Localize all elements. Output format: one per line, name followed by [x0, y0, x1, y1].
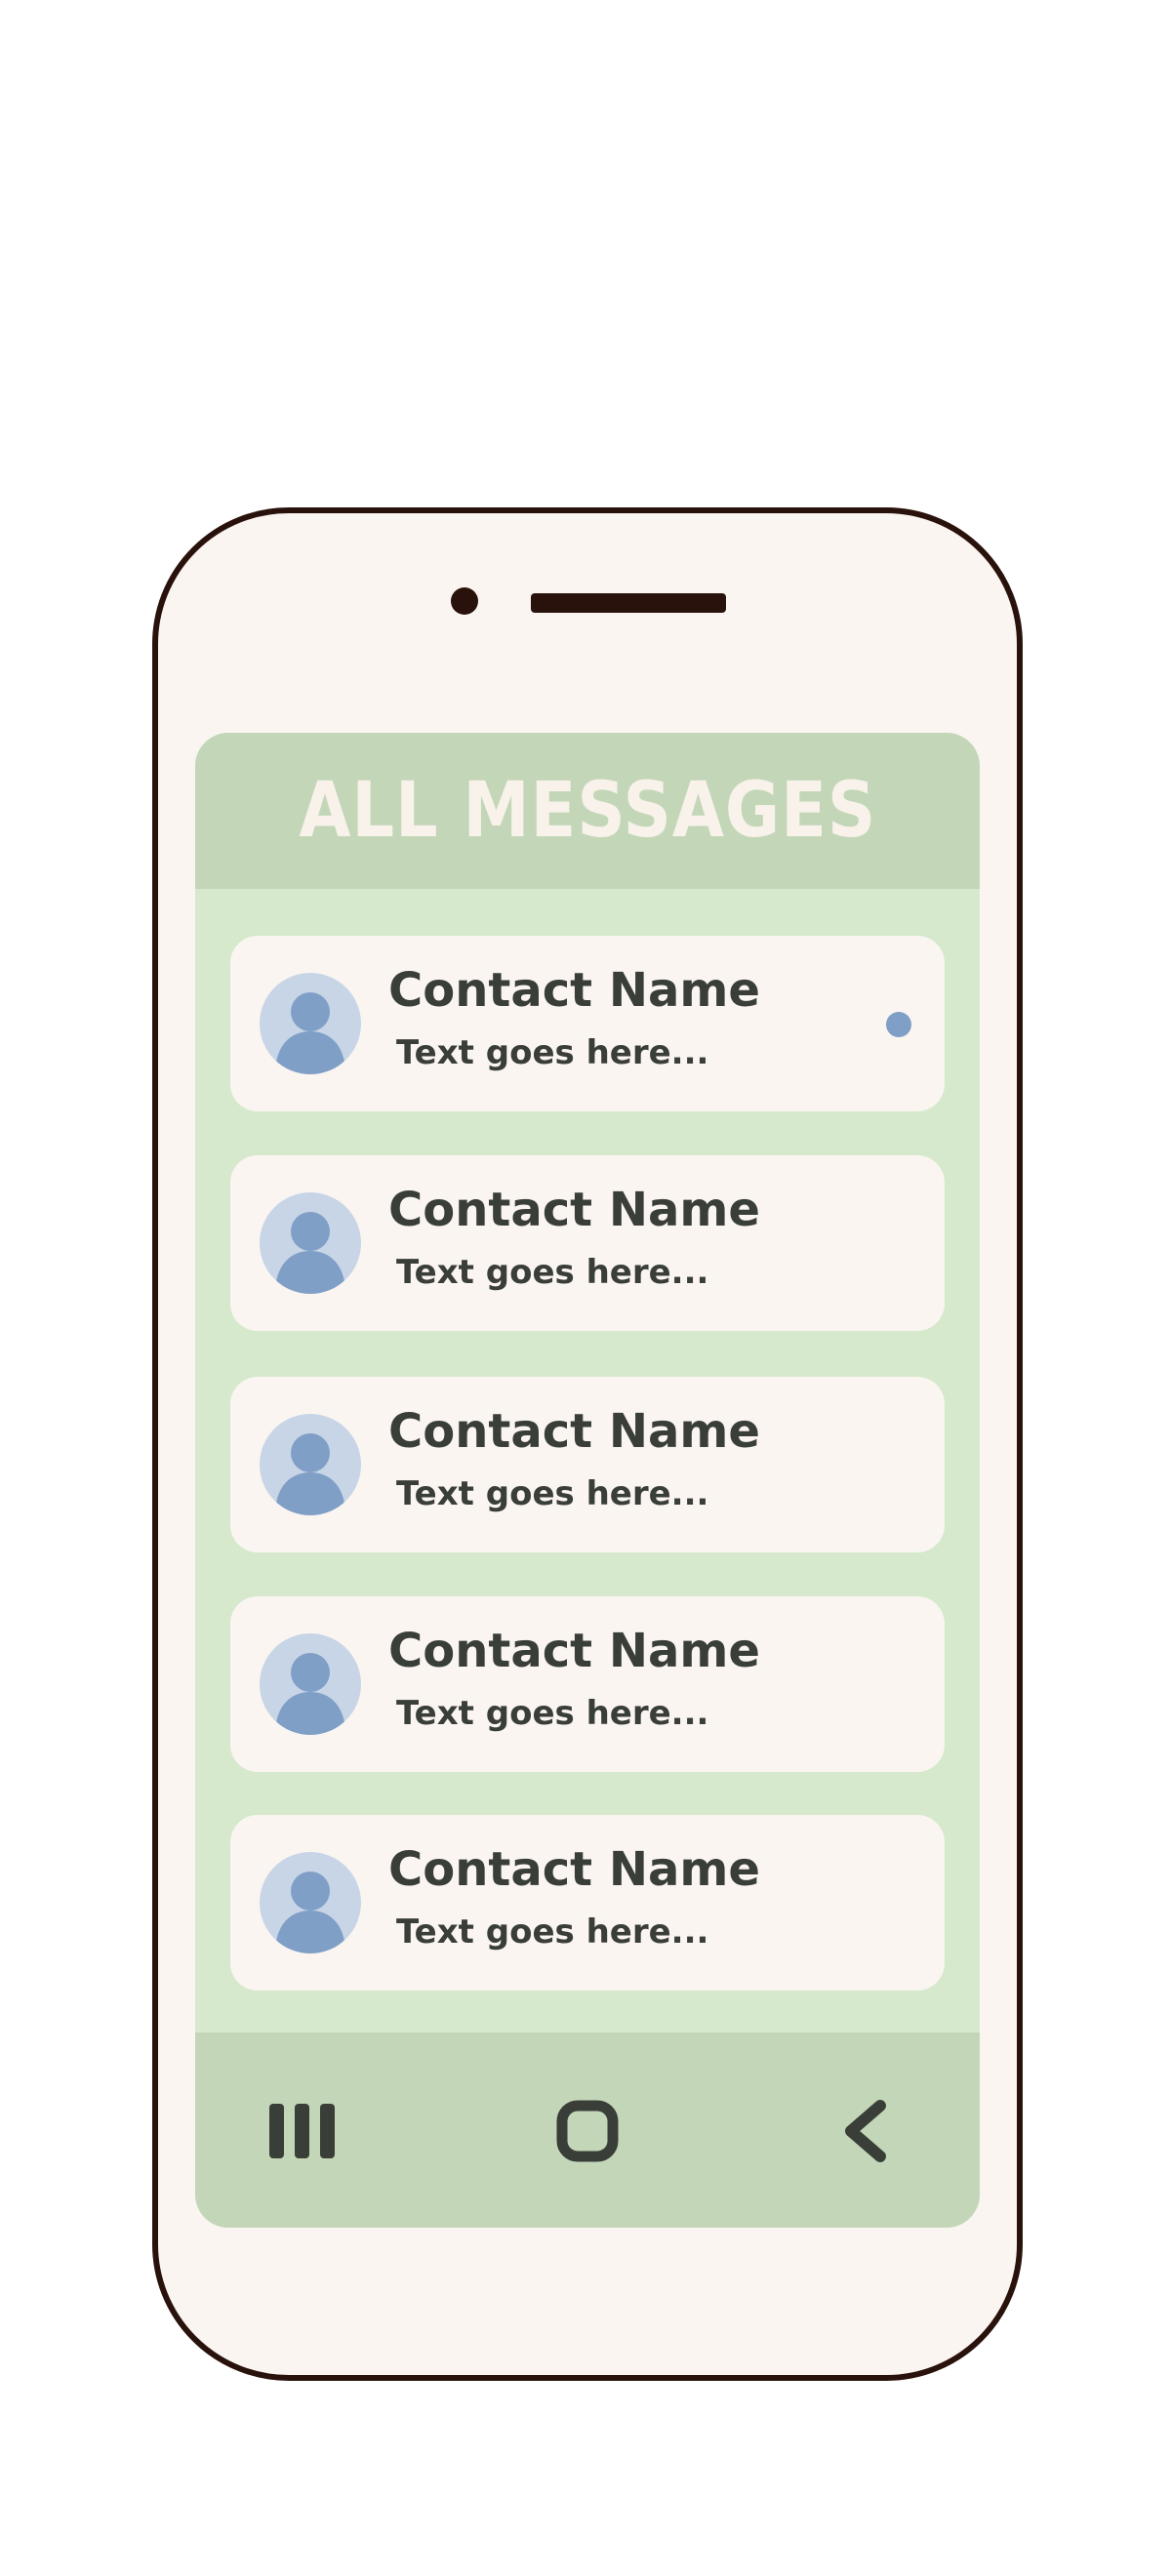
phone-frame: ALL MESSAGES Contact Name Text goes here… — [152, 507, 1023, 2381]
recents-icon — [269, 2104, 335, 2158]
message-item[interactable]: Contact Name Text goes here... — [230, 1596, 945, 1772]
recents-button[interactable] — [263, 2097, 342, 2165]
avatar-icon — [260, 1852, 361, 1953]
contact-name: Contact Name — [388, 1842, 760, 1897]
contact-name: Contact Name — [388, 1183, 760, 1237]
avatar-icon — [260, 1414, 361, 1515]
message-preview: Text goes here... — [396, 1474, 709, 1513]
home-button[interactable] — [548, 2097, 626, 2165]
message-preview: Text goes here... — [396, 1033, 709, 1072]
front-camera — [451, 587, 478, 615]
app-header: ALL MESSAGES — [195, 733, 980, 889]
back-button[interactable] — [828, 2097, 906, 2165]
navigation-bar — [195, 2033, 980, 2228]
unread-indicator — [886, 1012, 911, 1037]
message-item[interactable]: Contact Name Text goes here... — [230, 936, 945, 1111]
home-icon — [556, 2100, 619, 2162]
message-preview: Text goes here... — [396, 1912, 709, 1952]
contact-name: Contact Name — [388, 1404, 760, 1459]
back-icon — [845, 2100, 886, 2162]
page-title: ALL MESSAGES — [299, 767, 876, 855]
earpiece-speaker — [531, 593, 726, 613]
avatar-icon — [260, 973, 361, 1074]
message-preview: Text goes here... — [396, 1694, 709, 1733]
message-item[interactable]: Contact Name Text goes here... — [230, 1155, 945, 1331]
contact-name: Contact Name — [388, 963, 760, 1018]
message-item[interactable]: Contact Name Text goes here... — [230, 1815, 945, 1991]
avatar-icon — [260, 1192, 361, 1294]
phone-screen: ALL MESSAGES Contact Name Text goes here… — [195, 733, 980, 2228]
contact-name: Contact Name — [388, 1624, 760, 1678]
message-item[interactable]: Contact Name Text goes here... — [230, 1377, 945, 1552]
message-preview: Text goes here... — [396, 1253, 709, 1292]
avatar-icon — [260, 1633, 361, 1735]
